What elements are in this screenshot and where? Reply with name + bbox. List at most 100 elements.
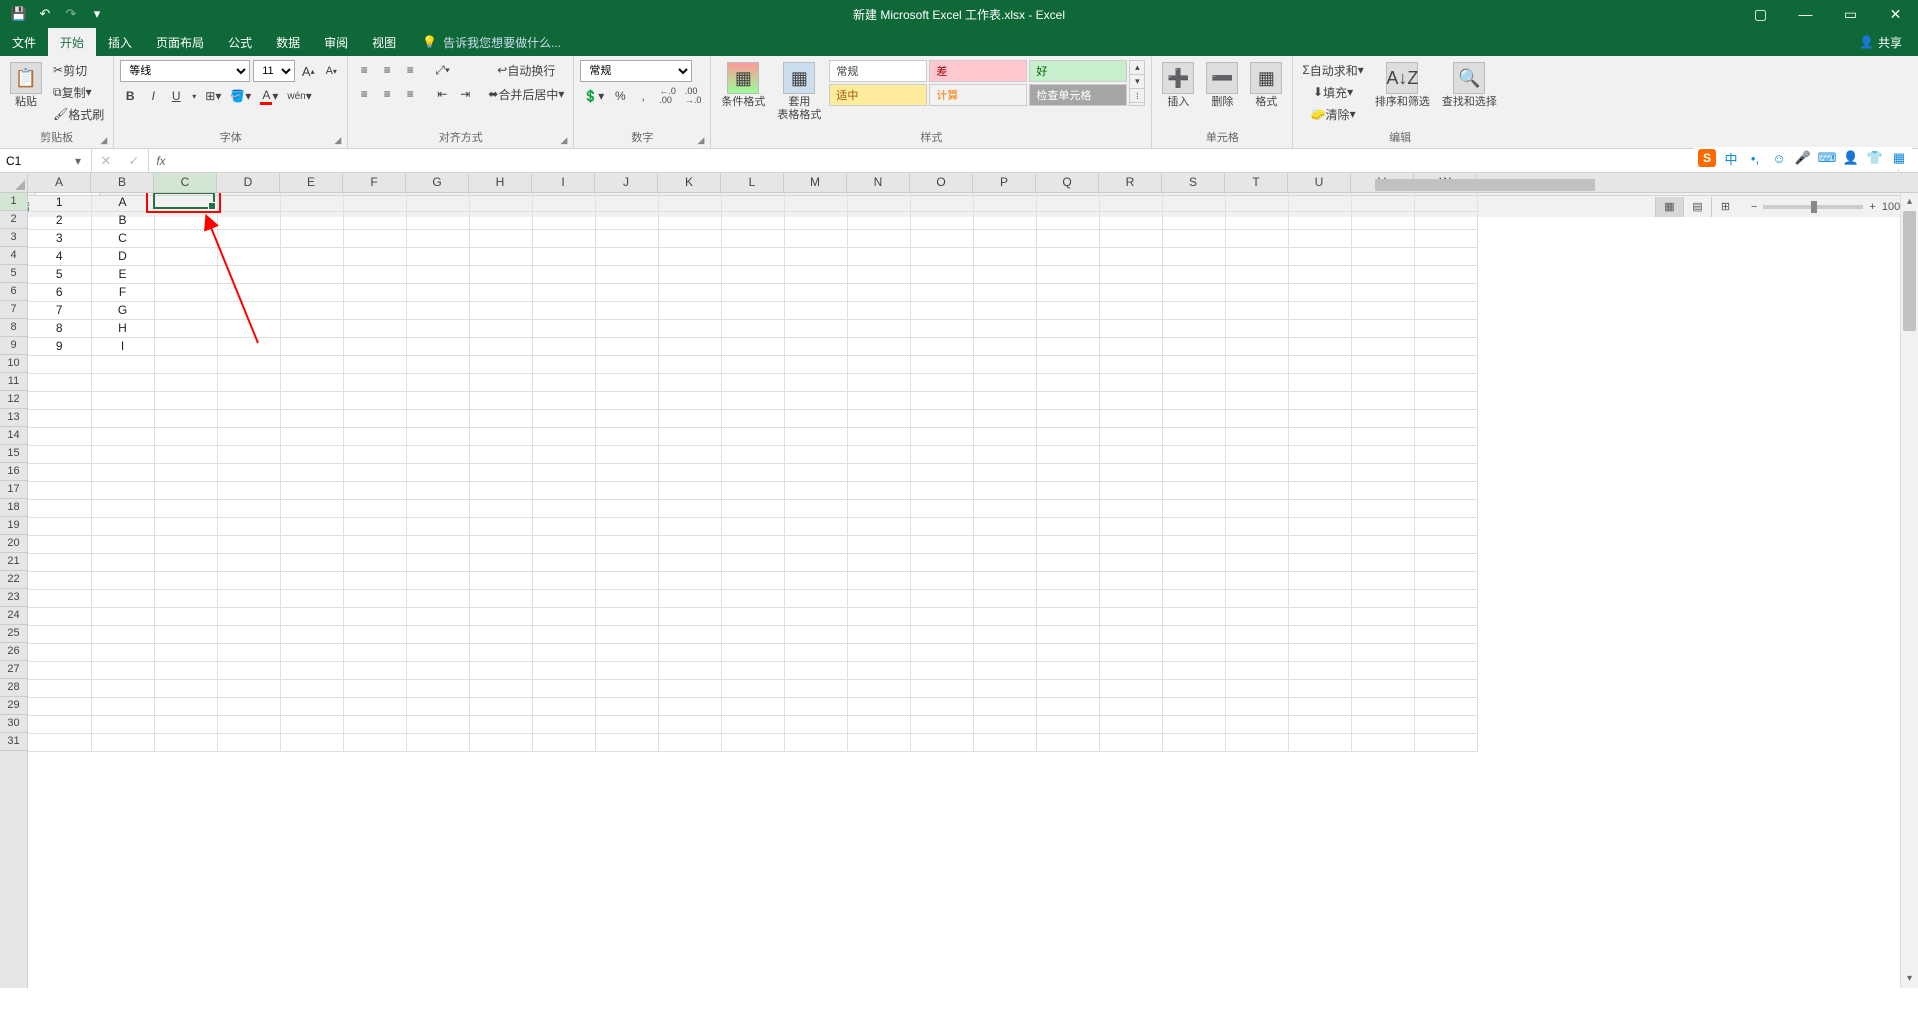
cell[interactable] [1288, 733, 1351, 751]
cell[interactable] [721, 301, 784, 319]
cell[interactable] [1288, 193, 1351, 211]
cell[interactable] [1036, 409, 1099, 427]
cell[interactable] [784, 517, 847, 535]
cell[interactable] [595, 301, 658, 319]
column-header[interactable]: K [658, 173, 721, 192]
column-header[interactable]: A [28, 173, 91, 192]
column-header[interactable]: N [847, 173, 910, 192]
cell[interactable] [910, 589, 973, 607]
cell[interactable] [343, 643, 406, 661]
zoom-slider[interactable] [1763, 205, 1863, 209]
cell[interactable] [1036, 391, 1099, 409]
cell[interactable] [154, 319, 217, 337]
cell[interactable] [280, 319, 343, 337]
cell[interactable] [658, 373, 721, 391]
cell[interactable] [847, 247, 910, 265]
format-as-table-button[interactable]: ▦ 套用 表格格式 [773, 60, 825, 124]
cell[interactable] [154, 625, 217, 643]
cell[interactable] [847, 697, 910, 715]
cell[interactable] [1162, 607, 1225, 625]
cell[interactable] [1414, 319, 1477, 337]
cell[interactable] [658, 535, 721, 553]
cell[interactable]: B [91, 211, 154, 229]
cell[interactable] [1351, 265, 1414, 283]
cell[interactable] [1288, 589, 1351, 607]
save-icon[interactable]: 💾 [8, 3, 30, 25]
cell[interactable] [1036, 589, 1099, 607]
cell[interactable] [595, 265, 658, 283]
cell[interactable] [217, 679, 280, 697]
cell[interactable] [910, 607, 973, 625]
row-header[interactable]: 30 [0, 715, 27, 733]
cell[interactable] [1099, 337, 1162, 355]
cell[interactable] [469, 661, 532, 679]
name-box-input[interactable] [0, 154, 70, 168]
cell[interactable] [28, 535, 91, 553]
cell[interactable] [721, 571, 784, 589]
cell[interactable] [784, 301, 847, 319]
cell[interactable] [910, 337, 973, 355]
cell[interactable] [28, 427, 91, 445]
cell[interactable] [1099, 625, 1162, 643]
cell[interactable] [1099, 427, 1162, 445]
ime-keyboard-icon[interactable]: ⌨ [1818, 149, 1836, 167]
cell[interactable] [784, 607, 847, 625]
cell[interactable] [217, 733, 280, 751]
cell[interactable] [847, 553, 910, 571]
style-good[interactable]: 好 [1029, 60, 1127, 82]
cell[interactable] [1288, 265, 1351, 283]
cell[interactable] [1162, 625, 1225, 643]
decrease-decimal-button[interactable]: .00→.0 [682, 86, 705, 106]
cell[interactable] [532, 733, 595, 751]
cell[interactable] [343, 391, 406, 409]
cell[interactable] [28, 391, 91, 409]
cell[interactable] [406, 337, 469, 355]
cell[interactable] [658, 247, 721, 265]
cell[interactable] [1162, 319, 1225, 337]
row-header[interactable]: 14 [0, 427, 27, 445]
cell[interactable] [910, 661, 973, 679]
cell[interactable] [1225, 571, 1288, 589]
cell[interactable] [91, 697, 154, 715]
cell[interactable] [406, 355, 469, 373]
cell[interactable] [1225, 733, 1288, 751]
cell[interactable] [406, 247, 469, 265]
cell[interactable] [532, 697, 595, 715]
cell[interactable] [1351, 283, 1414, 301]
cell[interactable] [532, 337, 595, 355]
cell[interactable] [658, 733, 721, 751]
cell[interactable] [154, 283, 217, 301]
cell[interactable] [1414, 211, 1477, 229]
cell[interactable] [784, 661, 847, 679]
cell[interactable] [595, 193, 658, 211]
cell[interactable] [784, 373, 847, 391]
cell[interactable]: 2 [28, 211, 91, 229]
ime-toolbar[interactable]: S 中 •, ☺ 🎤 ⌨ 👤 👕 ▦ [1694, 147, 1912, 169]
cell[interactable] [1351, 355, 1414, 373]
cell[interactable]: F [91, 283, 154, 301]
cell[interactable] [1225, 715, 1288, 733]
cell[interactable] [1414, 553, 1477, 571]
cell[interactable] [280, 391, 343, 409]
cell[interactable] [154, 355, 217, 373]
cell[interactable] [847, 301, 910, 319]
cell[interactable] [28, 589, 91, 607]
cell[interactable] [469, 211, 532, 229]
cell[interactable] [973, 301, 1036, 319]
cell[interactable] [532, 679, 595, 697]
cell[interactable] [1162, 229, 1225, 247]
cell[interactable] [280, 625, 343, 643]
cell[interactable] [847, 283, 910, 301]
cell[interactable] [1288, 679, 1351, 697]
cell[interactable] [1288, 283, 1351, 301]
cell[interactable] [847, 355, 910, 373]
accounting-format-button[interactable]: 💲▾ [580, 86, 607, 106]
cell[interactable] [721, 445, 784, 463]
name-box[interactable]: ▾ [0, 149, 92, 172]
cell[interactable] [1036, 193, 1099, 211]
formula-input[interactable] [173, 149, 1898, 172]
cell[interactable] [847, 373, 910, 391]
cell[interactable] [91, 715, 154, 733]
cell[interactable] [154, 571, 217, 589]
cell[interactable] [1414, 517, 1477, 535]
